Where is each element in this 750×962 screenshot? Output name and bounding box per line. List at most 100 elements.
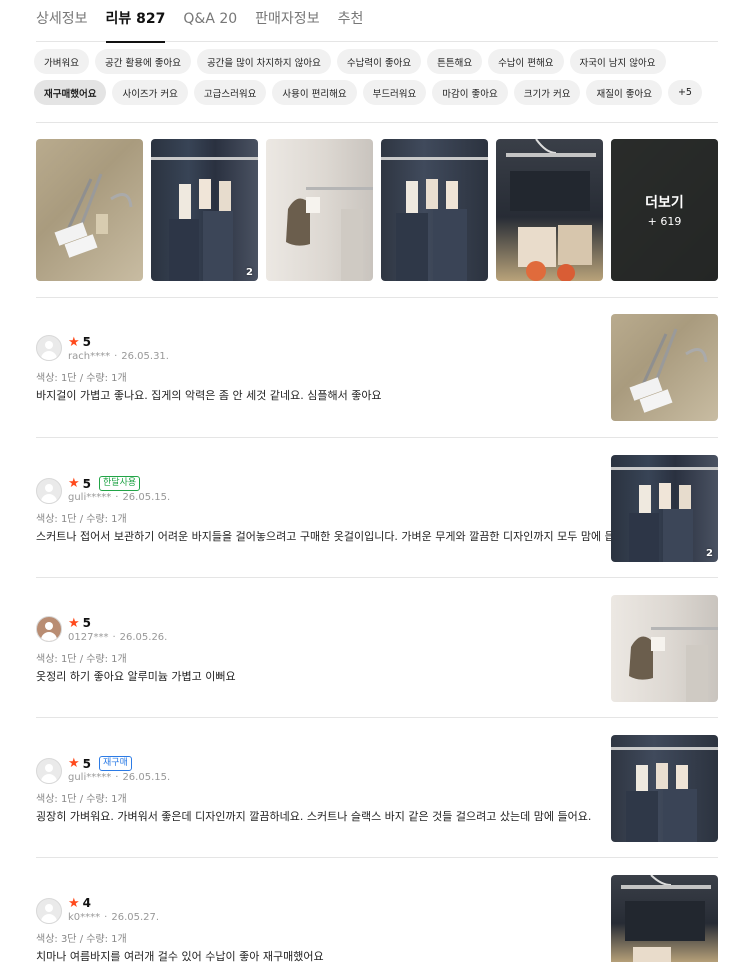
review-rating: ★ 5 한달사용 [68, 476, 141, 491]
hanger-photo-illustration [151, 157, 258, 281]
more-keywords-chip[interactable]: +5 [667, 80, 702, 105]
review-item: ★ 5 재구매 guli***** · 26.05.15. 색상: 1단 / 수량:… [36, 717, 718, 857]
rating-value: 4 [82, 896, 92, 910]
review-date: 26.05.27. [111, 912, 160, 923]
keyword-chip[interactable]: 마감이 좋아요 [432, 80, 508, 105]
review-text: 치마나 여름바지를 여러개 걸수 있어 수납이 좋아 재구매했어요 [36, 950, 324, 962]
hanger-photo-illustration [381, 157, 488, 281]
user-avatar-icon [36, 758, 62, 784]
keyword-chip[interactable]: 공간 활용에 좋아요 [94, 49, 191, 74]
review-photo[interactable] [496, 139, 603, 281]
review-photo-grid: 2 더보기 + 619 [36, 139, 718, 281]
user-avatar-icon [36, 616, 62, 642]
reviewer-name: 0127*** [68, 632, 109, 643]
review-meta: k0**** · 26.05.27. [68, 912, 159, 923]
review-meta: guli***** · 26.05.15. [68, 772, 170, 783]
reviewer-name: guli***** [68, 492, 112, 503]
review-text: 바지걸이 가볍고 좋나요. 집게의 악력은 좀 안 세것 같네요. 심플해서 좋… [36, 389, 382, 402]
keyword-chip[interactable]: 고급스러워요 [193, 80, 267, 105]
review-text: 옷정리 하기 좋아요 알루미늄 가볍고 이뻐요 [36, 670, 236, 683]
review-rating: ★ 5 [68, 616, 91, 630]
review-photo-illustration [629, 627, 718, 702]
tab-qna[interactable]: Q&A 20 [183, 0, 237, 42]
rating-value: 5 [82, 756, 92, 771]
purchase-option: 색상: 1단 / 수량: 1개 [36, 794, 127, 805]
tab-detail-info[interactable]: 상세정보 [36, 0, 88, 42]
review-date: 26.05.15. [122, 492, 171, 503]
review-item: ★ 5 rach**** · 26.05.31. 색상: 1단 / 수량: 1개 바… [36, 297, 718, 437]
star-icon: ★ [68, 895, 80, 911]
keyword-chip[interactable]: 가벼워요 [34, 49, 89, 74]
review-thumbnail[interactable]: 2 [611, 455, 718, 562]
review-photo-illustration [611, 467, 718, 562]
meta-separator: · [112, 632, 116, 643]
review-thumbnail[interactable] [611, 595, 718, 702]
meta-separator: · [114, 351, 118, 362]
review-thumbnail[interactable] [611, 875, 718, 962]
repurchase-tag: 재구매 [99, 756, 132, 771]
keyword-filter-chips: 가벼워요 공간 활용에 좋아요 공간을 많이 차지하지 않아요 수납력이 좋아요… [34, 49, 720, 111]
review-photo[interactable] [266, 139, 373, 281]
keyword-chip[interactable]: 수납이 편해요 [488, 49, 564, 74]
review-date: 26.05.31. [121, 351, 169, 362]
keyword-chip[interactable]: 사이즈가 커요 [112, 80, 188, 105]
meta-separator: · [115, 772, 119, 783]
purchase-option: 색상: 3단 / 수량: 1개 [36, 934, 127, 945]
purchase-option: 색상: 1단 / 수량: 1개 [36, 654, 127, 665]
photo-count-badge: 2 [706, 548, 713, 559]
meta-separator: · [104, 912, 108, 923]
keyword-chip[interactable]: 자국이 남지 않아요 [569, 49, 666, 74]
keyword-chip[interactable]: 재질이 좋아요 [586, 80, 662, 105]
user-avatar-icon [36, 335, 62, 361]
keyword-chip-selected[interactable]: 재구매했어요 [34, 80, 107, 105]
star-icon: ★ [68, 615, 80, 631]
review-rating: ★ 5 재구매 [68, 756, 132, 771]
divider [36, 122, 718, 123]
review-item: ★ 5 0127*** · 26.05.26. 색상: 1단 / 수량: 1개 옷정… [36, 577, 718, 717]
review-photo[interactable]: 2 [151, 139, 258, 281]
review-meta: 0127*** · 26.05.26. [68, 632, 167, 643]
tab-recommend[interactable]: 추천 [338, 0, 364, 42]
hanger-photo-illustration [506, 139, 596, 281]
tab-reviews[interactable]: 리뷰 827 [105, 0, 165, 43]
review-photo-illustration [611, 747, 718, 842]
review-rating: ★ 5 [68, 335, 91, 349]
keyword-chip[interactable]: 공간을 많이 차지하지 않아요 [196, 49, 331, 74]
star-icon: ★ [68, 756, 80, 771]
star-icon: ★ [68, 334, 80, 350]
reviewer-name: rach**** [68, 351, 111, 362]
review-tabs: 상세정보 리뷰 827 Q&A 20 판매자정보 추천 [36, 0, 718, 43]
purchase-option: 색상: 1단 / 수량: 1개 [36, 373, 127, 384]
review-text: 굉장히 가벼워요. 가벼워서 좋은데 디자인까지 깔끔하네요. 스커트나 슬랙스… [36, 810, 592, 823]
review-thumbnail[interactable] [611, 314, 718, 421]
keyword-chip[interactable]: 사용이 편리해요 [272, 80, 357, 105]
rating-value: 5 [82, 616, 92, 630]
keyword-chip[interactable]: 크기가 커요 [513, 80, 581, 105]
reviewer-name: guli***** [68, 772, 112, 783]
hanger-photo-illustration [54, 173, 133, 258]
tab-seller-info[interactable]: 판매자정보 [255, 0, 319, 42]
review-meta: guli***** · 26.05.15. [68, 492, 170, 503]
review-photo[interactable] [381, 139, 488, 281]
review-photo[interactable] [36, 139, 143, 281]
keyword-chip[interactable]: 수납력이 좋아요 [336, 49, 422, 74]
review-date: 26.05.15. [122, 772, 171, 783]
more-photos-overlay: 더보기 + 619 [611, 139, 718, 281]
photo-count-badge: 2 [246, 267, 253, 278]
user-avatar-icon [36, 898, 62, 924]
purchase-option: 색상: 1단 / 수량: 1개 [36, 514, 127, 525]
more-photos-label: 더보기 [645, 195, 684, 211]
rating-value: 5 [82, 476, 92, 491]
more-photos-button[interactable]: 더보기 + 619 [611, 139, 718, 281]
star-icon: ★ [68, 476, 80, 491]
review-thumbnail[interactable] [611, 735, 718, 842]
meta-separator: · [115, 492, 119, 503]
keyword-chip[interactable]: 튼튼해요 [427, 49, 483, 74]
review-text: 스커트나 접어서 보관하기 어려운 바지들을 걸어놓으려고 구매한 옷걸이입니다… [36, 530, 639, 543]
keyword-chip[interactable]: 부드러워요 [362, 80, 427, 105]
rating-value: 5 [82, 335, 92, 349]
review-item: ★ 5 한달사용 guli***** · 26.05.15. 색상: 1단 / 수량… [36, 437, 718, 577]
hanger-photo-illustration [286, 187, 373, 281]
review-photo-illustration [629, 328, 708, 413]
reviewer-name: k0**** [68, 912, 101, 923]
